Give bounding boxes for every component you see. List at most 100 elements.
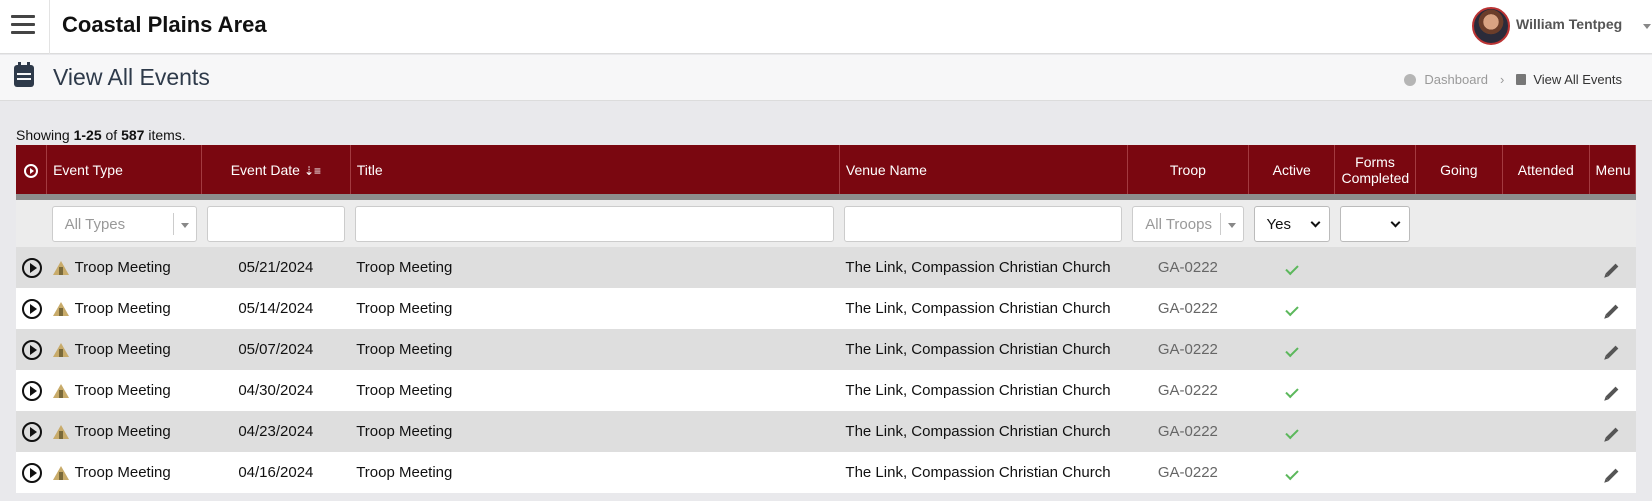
summary-mid: of [101, 127, 122, 143]
caret-down-icon [1227, 222, 1236, 228]
user-name: William Tentpeg [1516, 16, 1623, 32]
divider [1219, 212, 1221, 235]
filter-event-type-cell: All Types [46, 197, 202, 247]
pencil-icon[interactable] [1605, 468, 1619, 482]
going-cell [1415, 288, 1503, 329]
summary-range: 1-25 [73, 127, 102, 143]
col-troop[interactable]: Troop [1127, 145, 1250, 200]
breadcrumb: Dashboard › View All Events [1404, 72, 1622, 87]
play-circle-icon [24, 163, 39, 178]
event-date: 04/30/2024 [201, 370, 351, 411]
breadcrumb-dashboard-link[interactable]: Dashboard [1424, 72, 1488, 87]
events-table: Event Type Event Date ⇣≡ Title Venue Name… [16, 145, 1637, 493]
event-type-cell: Troop Meeting [46, 329, 202, 370]
col-going: Going [1415, 145, 1504, 200]
venue-name: The Link, Compassion Christian Church [839, 370, 1128, 411]
troop-filter[interactable]: All Troops [1132, 205, 1244, 242]
attended-cell [1502, 411, 1590, 452]
table-row[interactable]: Troop Meeting 04/16/2024 Troop Meeting The … [16, 452, 1636, 493]
col-event-date[interactable]: Event Date ⇣≡ [201, 145, 351, 200]
col-active[interactable]: Active [1248, 145, 1336, 200]
event-date: 04/23/2024 [201, 411, 351, 452]
play-circle-icon[interactable] [22, 257, 42, 278]
play-circle-icon[interactable] [22, 380, 42, 401]
venue-name: The Link, Compassion Christian Church [839, 288, 1128, 329]
venue-name: The Link, Compassion Christian Church [839, 329, 1128, 370]
check-icon [1285, 384, 1299, 399]
troop-code: GA-0222 [1127, 452, 1249, 493]
event-date: 05/21/2024 [201, 247, 351, 288]
menu-cell [1589, 329, 1636, 370]
page-header: View All Events Dashboard › View All Eve… [0, 55, 1652, 101]
row-expand-cell [16, 247, 47, 288]
pencil-icon[interactable] [1605, 386, 1619, 400]
col-title[interactable]: Title [350, 145, 840, 200]
forms-completed-cell [1334, 411, 1416, 452]
top-bar: Coastal Plains Area William Tentpeg [0, 0, 1652, 54]
table-row[interactable]: Troop Meeting 04/30/2024 Troop Meeting The … [16, 370, 1636, 411]
event-date-filter[interactable] [206, 205, 346, 242]
filter-empty [1502, 197, 1590, 247]
calendar-icon [1516, 74, 1527, 85]
forms-completed-cell [1334, 247, 1416, 288]
user-menu[interactable]: William Tentpeg [1472, 0, 1652, 54]
attended-cell [1502, 452, 1590, 493]
chevron-down-icon [1310, 217, 1321, 227]
filter-title-cell [350, 197, 840, 247]
troop-code: GA-0222 [1127, 329, 1249, 370]
menu-cell [1589, 288, 1636, 329]
pencil-icon[interactable] [1605, 263, 1619, 277]
menu-icon[interactable] [0, 0, 50, 54]
tent-icon [52, 302, 69, 317]
chevron-right-icon: › [1500, 72, 1505, 87]
expand-all-header[interactable] [16, 145, 48, 200]
attended-cell [1502, 247, 1590, 288]
calendar-icon [14, 62, 34, 87]
active-cell [1248, 329, 1335, 370]
event-title: Troop Meeting [350, 370, 840, 411]
event-type-cell: Troop Meeting [46, 288, 202, 329]
col-forms-completed[interactable]: Forms Completed [1334, 145, 1416, 200]
pencil-icon[interactable] [1605, 345, 1619, 359]
event-title: Troop Meeting [350, 329, 840, 370]
active-cell [1248, 452, 1335, 493]
event-type-filter-placeholder: All Types [64, 215, 126, 233]
forms-completed-filter[interactable] [1339, 205, 1411, 242]
col-venue-name[interactable]: Venue Name [839, 145, 1128, 200]
row-expand-cell [16, 329, 47, 370]
table-row[interactable]: Troop Meeting 05/21/2024 Troop Meeting The … [16, 247, 1636, 288]
event-date: 04/16/2024 [201, 452, 351, 493]
play-circle-icon[interactable] [22, 421, 42, 442]
play-circle-icon[interactable] [22, 339, 42, 360]
table-body: Troop Meeting 05/21/2024 Troop Meeting The … [16, 247, 1636, 493]
dashboard-icon [1404, 73, 1417, 86]
check-icon [1285, 466, 1299, 481]
pencil-icon[interactable] [1605, 427, 1619, 441]
event-type-cell: Troop Meeting [46, 370, 202, 411]
filter-spacer [16, 197, 47, 247]
menu-cell [1589, 411, 1636, 452]
table-row[interactable]: Troop Meeting 05/14/2024 Troop Meeting The … [16, 288, 1636, 329]
table-row[interactable]: Troop Meeting 04/23/2024 Troop Meeting The … [16, 411, 1636, 452]
title-filter[interactable] [355, 205, 835, 242]
play-circle-icon[interactable] [22, 298, 42, 319]
active-cell [1248, 370, 1335, 411]
event-type: Troop Meeting [74, 259, 171, 276]
col-event-type[interactable]: Event Type [46, 145, 203, 200]
event-title: Troop Meeting [350, 288, 840, 329]
filter-empty [1589, 197, 1636, 247]
col-attended: Attended [1502, 145, 1590, 200]
event-title: Troop Meeting [350, 247, 840, 288]
row-expand-cell [16, 288, 47, 329]
divider [172, 212, 174, 235]
pencil-icon[interactable] [1605, 304, 1619, 318]
forms-completed-cell [1334, 329, 1416, 370]
org-title: Coastal Plains Area [62, 12, 267, 37]
play-circle-icon[interactable] [22, 462, 42, 483]
table-row[interactable]: Troop Meeting 05/07/2024 Troop Meeting The … [16, 329, 1636, 370]
venue-filter[interactable] [844, 205, 1123, 242]
check-icon [1285, 425, 1299, 440]
event-type-filter[interactable]: All Types [51, 205, 197, 242]
active-filter[interactable]: Yes [1253, 205, 1330, 242]
forms-completed-cell [1334, 452, 1416, 493]
